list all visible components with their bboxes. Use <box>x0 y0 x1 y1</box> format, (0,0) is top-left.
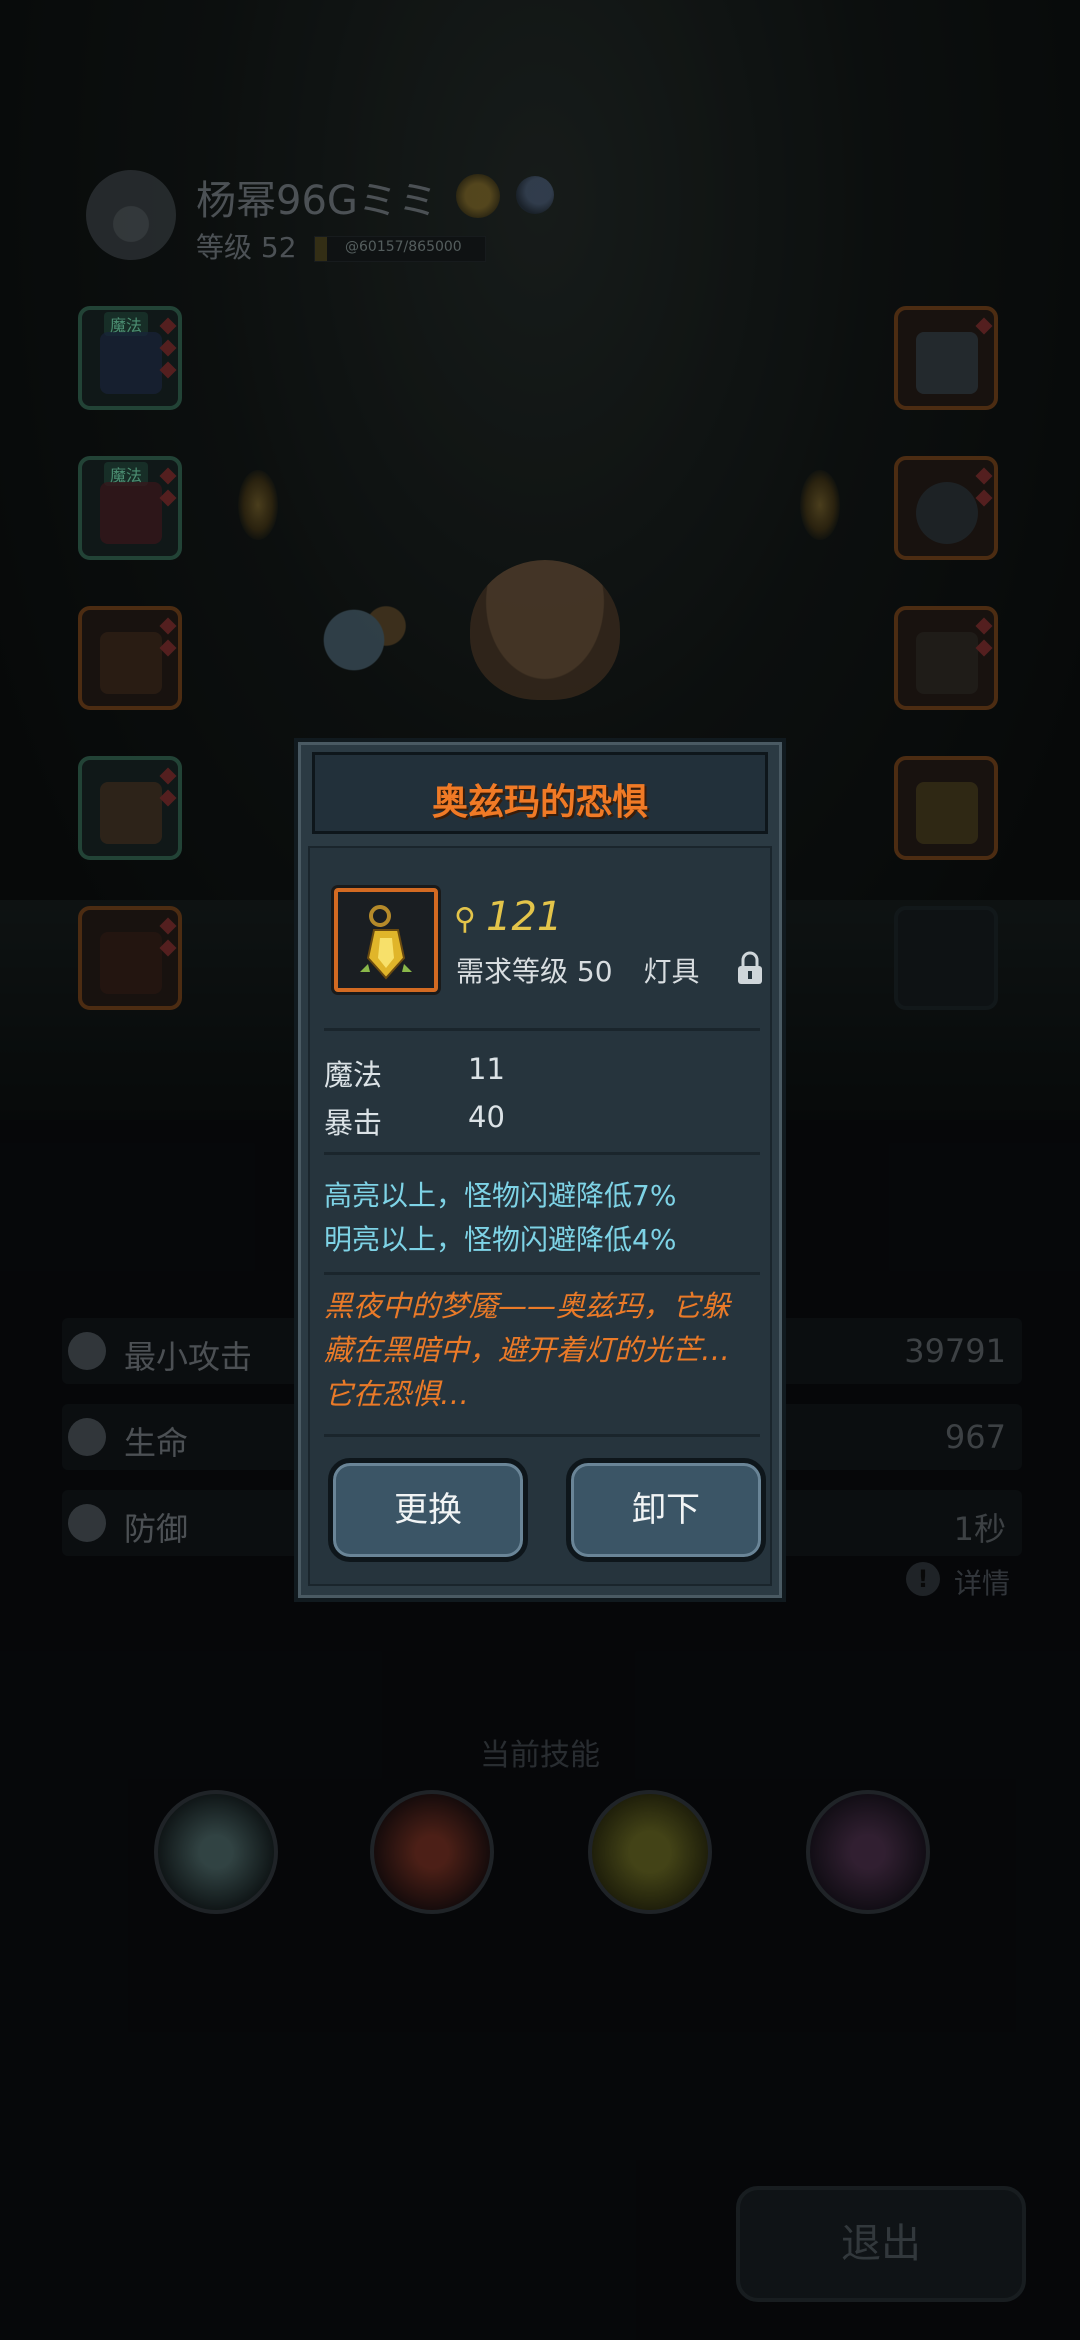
unequip-button[interactable]: 卸下 <box>566 1458 766 1562</box>
item-effect: 明亮以上，怪物闪避降低4% <box>324 1223 677 1256</box>
divider <box>324 1434 760 1437</box>
replace-button[interactable]: 更换 <box>328 1458 528 1562</box>
required-level: 需求等级 50 <box>456 955 613 988</box>
item-title: 奥兹玛的恐惧 <box>431 782 648 823</box>
modal-body: ⚲ 121 需求等级 50 灯具 魔法 11 暴击 40 高亮以上，怪物闪避降低… <box>308 846 772 1586</box>
item-lore: 黑夜中的梦魇——奥兹玛，它躲 藏在黑暗中，避开着灯的光芒… 它在恐惧… <box>324 1284 764 1416</box>
item-requirement: 需求等级 50 灯具 <box>456 950 699 990</box>
divider <box>324 1152 760 1155</box>
item-effect: 高亮以上，怪物闪避降低7% <box>324 1179 677 1212</box>
attr-value-magic: 11 <box>468 1052 505 1086</box>
lore-line: 它在恐惧… <box>324 1377 470 1411</box>
attr-label-magic: 魔法 <box>324 1058 383 1092</box>
item-icon-frame <box>334 888 438 992</box>
attr-value-crit: 40 <box>468 1100 505 1134</box>
item-type: 灯具 <box>643 955 700 988</box>
lamp-icon <box>360 905 412 980</box>
attr-label-crit: 暴击 <box>324 1106 383 1140</box>
lock-icon[interactable] <box>736 950 764 986</box>
modal-header: 奥兹玛的恐惧 <box>312 752 768 834</box>
lore-line: 黑夜中的梦魇——奥兹玛，它躲 <box>324 1289 731 1323</box>
power-icon: ⚲ <box>454 902 476 937</box>
divider <box>324 1272 760 1275</box>
item-detail-modal: 奥兹玛的恐惧 ⚲ 121 需求等级 50 灯具 魔法 11 暴击 40 高亮以上… <box>294 738 786 1602</box>
item-power: 121 <box>486 894 563 940</box>
lore-line: 藏在黑暗中，避开着灯的光芒… <box>324 1333 731 1367</box>
divider <box>324 1028 760 1031</box>
